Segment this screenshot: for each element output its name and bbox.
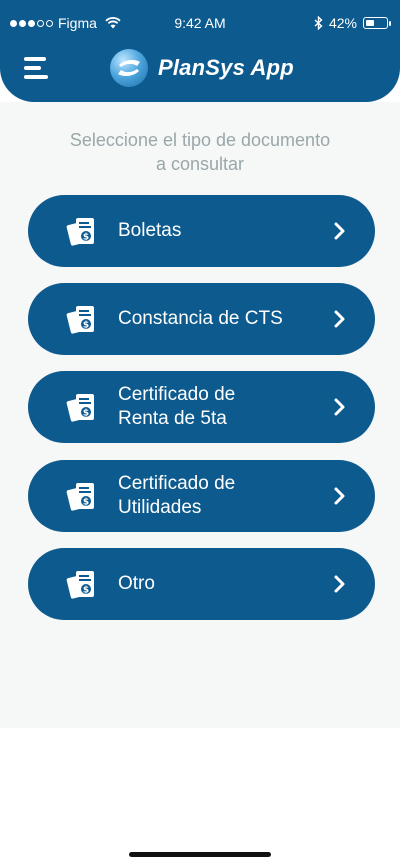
hamburger-menu-icon[interactable] bbox=[24, 56, 50, 82]
document-option-button[interactable]: $ Otro bbox=[28, 548, 375, 620]
document-option-label-line-1: Constancia de CTS bbox=[118, 308, 283, 329]
status-bar: Figma 9:42 AM 42% bbox=[0, 0, 400, 46]
document-option-label-line-1: Certificado de bbox=[118, 384, 236, 405]
document-option-label-line-2: Utilidades bbox=[118, 497, 202, 518]
plansys-logo-icon bbox=[110, 49, 148, 87]
app-header: Figma 9:42 AM 42% PlanSys App bbox=[0, 0, 400, 102]
chevron-right-icon bbox=[333, 397, 347, 417]
page-prompt: Seleccione el tipo de documento a consul… bbox=[0, 128, 400, 176]
chevron-right-icon bbox=[333, 221, 347, 241]
document-option-label: Certificado de Utilidades bbox=[118, 472, 318, 520]
svg-text:$: $ bbox=[83, 586, 89, 596]
brand: PlanSys App bbox=[110, 49, 294, 87]
chevron-right-icon bbox=[333, 309, 347, 329]
prompt-line-1: Seleccione el tipo de documento bbox=[69, 130, 331, 150]
document-option-label-line-1: Otro bbox=[118, 573, 155, 594]
document-option-button[interactable]: $ Certificado de Utilidades bbox=[28, 460, 375, 532]
document-option-button[interactable]: $ Certificado de Renta de 5ta bbox=[28, 371, 375, 443]
svg-text:$: $ bbox=[83, 498, 89, 508]
svg-text:$: $ bbox=[83, 321, 89, 331]
document-option-button[interactable]: $ Constancia de CTS bbox=[28, 283, 375, 355]
document-option-label-line-1: Boletas bbox=[118, 220, 182, 241]
document-option-label-line-2: Renta de 5ta bbox=[118, 408, 227, 429]
receipt-dollar-icon: $ bbox=[64, 566, 100, 602]
svg-text:$: $ bbox=[83, 233, 89, 243]
document-option-label-line-1: Certificado de bbox=[118, 473, 236, 494]
battery-icon bbox=[363, 17, 391, 29]
battery-percent: 42% bbox=[328, 15, 357, 31]
bluetooth-icon bbox=[314, 16, 323, 30]
home-indicator bbox=[129, 852, 271, 857]
app-title: PlanSys App bbox=[158, 55, 294, 80]
status-right: 42% bbox=[314, 15, 391, 31]
document-option-button[interactable]: $ Boletas bbox=[28, 195, 375, 267]
prompt-line-2: a consultar bbox=[155, 154, 245, 174]
chevron-right-icon bbox=[333, 574, 347, 594]
receipt-dollar-icon: $ bbox=[64, 478, 100, 514]
document-option-label: Boletas bbox=[118, 219, 318, 243]
receipt-dollar-icon: $ bbox=[64, 301, 100, 337]
svg-text:$: $ bbox=[83, 409, 89, 419]
receipt-dollar-icon: $ bbox=[64, 389, 100, 425]
document-option-label: Constancia de CTS bbox=[118, 307, 318, 331]
chevron-right-icon bbox=[333, 486, 347, 506]
document-option-label: Certificado de Renta de 5ta bbox=[118, 383, 318, 431]
document-option-label: Otro bbox=[118, 572, 318, 596]
receipt-dollar-icon: $ bbox=[64, 213, 100, 249]
